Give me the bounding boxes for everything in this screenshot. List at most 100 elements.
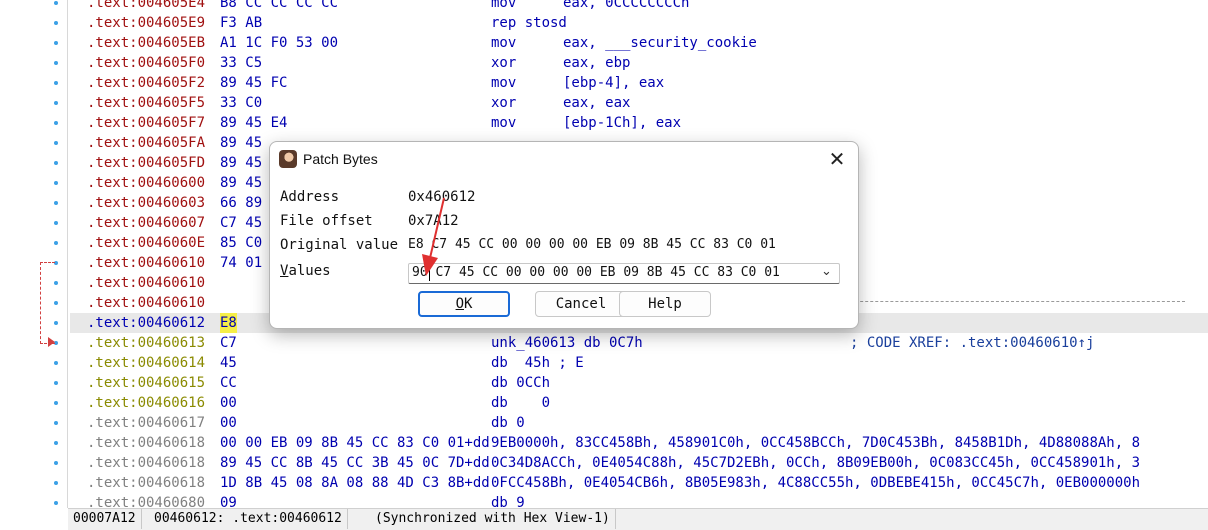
annotation-arrow-icon <box>422 197 445 276</box>
breakpoint-dot <box>54 41 58 45</box>
row-bytes: 00 <box>220 415 237 431</box>
row-operands: eax, 0CCCCCCCCh <box>563 0 690 11</box>
row-address: .text:0046060E <box>87 235 206 251</box>
app-icon <box>279 150 297 168</box>
breakpoint-dot <box>54 21 58 25</box>
row-address: .text:00460610 <box>87 295 206 311</box>
listing-row[interactable]: .text:004605F5 33 C0 xor eax, eax <box>70 93 1208 113</box>
function-separator <box>830 301 1185 302</box>
row-instruction: 9EB0000h, 83CC458Bh, 458901C0h, 0CC458BC… <box>491 435 1141 451</box>
row-address: .text:004605F0 <box>87 55 206 71</box>
listing-row[interactable]: .text:00460614 45 db 45h ; E <box>70 353 1208 373</box>
listing-row[interactable]: .text:00460618 89 45 CC 8B 45 CC 3B 45 0C… <box>70 453 1208 473</box>
row-instruction: db 0 <box>491 395 551 411</box>
row-bytes: 33 C5 <box>220 55 263 71</box>
row-bytes: 74 01 <box>220 255 263 271</box>
row-address: .text:004605EB <box>87 35 206 51</box>
row-bytes: E8 <box>220 313 237 333</box>
row-address: .text:00460603 <box>87 195 206 211</box>
close-icon[interactable]: ✕ <box>827 150 847 170</box>
row-address: .text:00460618 <box>87 455 206 471</box>
listing-row[interactable]: .text:00460618 1D 8B 45 08 8A 08 88 4D C3… <box>70 473 1208 493</box>
breakpoint-dot <box>54 501 58 505</box>
listing-row[interactable]: .text:004605F2 89 45 FC mov [ebp-4], eax <box>70 73 1208 93</box>
status-offset: 00007A12 <box>68 509 142 529</box>
row-mnemonic: mov <box>491 75 517 91</box>
row-bytes: 89 45 FC <box>220 75 288 91</box>
row-address: .text:00460617 <box>87 415 206 431</box>
row-bytes: C7 <box>220 335 237 351</box>
dialog-title-bar[interactable]: Patch Bytes ✕ <box>270 142 858 178</box>
original-value-label: Original value <box>280 237 399 253</box>
breakpoint-dot <box>54 401 58 405</box>
row-mnemonic: xor <box>491 55 517 71</box>
cancel-button[interactable]: Cancel <box>535 291 627 317</box>
breakpoint-dot <box>54 181 58 185</box>
row-operands: eax, ___security_cookie <box>563 35 757 51</box>
row-operands: [ebp-1Ch], eax <box>563 115 682 131</box>
row-address: .text:004605E9 <box>87 15 206 31</box>
breakpoint-dot <box>54 481 58 485</box>
row-bytes: 85 C0 <box>220 235 263 251</box>
row-address: .text:004605F5 <box>87 95 206 111</box>
row-operands: eax, ebp <box>563 55 631 71</box>
breakpoint-dot <box>54 201 58 205</box>
help-button[interactable]: Help <box>619 291 711 317</box>
listing-row[interactable]: .text:00460618 00 00 EB 09 8B 45 CC 83 C0… <box>70 433 1208 453</box>
row-bytes: 45 <box>220 355 237 371</box>
row-mnemonic: mov <box>491 115 517 131</box>
row-address: .text:00460600 <box>87 175 206 191</box>
row-address: .text:004605F7 <box>87 115 206 131</box>
listing-row[interactable]: .text:00460615 CC db 0CCh <box>70 373 1208 393</box>
values-label: Values <box>280 263 331 279</box>
row-bytes: 1D 8B 45 08 8A 08 88 4D C3 8B+dd <box>220 475 490 491</box>
row-bytes: 89 45 <box>220 135 263 151</box>
row-operands: eax, eax <box>563 95 631 111</box>
breakpoint-dot <box>54 161 58 165</box>
breakpoint-dot <box>54 361 58 365</box>
breakpoint-dot <box>54 121 58 125</box>
status-bar: 00007A12 00460612: .text:00460612 (Synch… <box>68 508 1208 530</box>
row-mnemonic: rep stosd <box>491 15 567 31</box>
values-input[interactable]: 90 C7 45 CC 00 00 00 00 EB 09 8B 45 CC 8… <box>412 265 780 280</box>
listing-row[interactable]: .text:00460617 00 db 0 <box>70 413 1208 433</box>
row-address: .text:004605FA <box>87 135 206 151</box>
row-instruction: db 0 <box>491 415 525 431</box>
listing-row[interactable]: .text:004605F0 33 C5 xor eax, ebp <box>70 53 1208 73</box>
listing-row[interactable]: .text:004605E9 F3 AB rep stosd <box>70 13 1208 33</box>
values-combobox[interactable]: 90 C7 45 CC 00 00 00 00 EB 09 8B 45 CC 8… <box>408 263 840 284</box>
listing-row[interactable]: .text:004605E4 B8 CC CC CC CC mov eax, 0CCC… <box>70 0 1208 13</box>
row-address: .text:004605F2 <box>87 75 206 91</box>
row-address: .text:00460610 <box>87 255 206 271</box>
listing-row[interactable]: .text:00460613 C7 unk_460613 db 0C7h ; CODE… <box>70 333 1208 353</box>
chevron-down-icon[interactable]: ⌄ <box>821 263 832 279</box>
gutter <box>0 0 68 508</box>
status-location: 00460612: .text:00460612 <box>149 509 348 529</box>
row-address: .text:00460607 <box>87 215 206 231</box>
row-bytes: 00 <box>220 395 237 411</box>
ok-button[interactable]: OK <box>418 291 510 317</box>
breakpoint-dot <box>54 141 58 145</box>
row-bytes: F3 AB <box>220 15 263 31</box>
breakpoint-dot <box>54 421 58 425</box>
breakpoint-dot <box>54 1 58 5</box>
breakpoint-dot <box>54 381 58 385</box>
row-operands: [ebp-4], eax <box>563 75 665 91</box>
row-instruction: db 0CCh <box>491 375 551 391</box>
row-address: .text:00460618 <box>87 435 206 451</box>
listing-row[interactable]: .text:004605EB A1 1C F0 53 00 mov eax, ___s… <box>70 33 1208 53</box>
row-address: .text:004605FD <box>87 155 206 171</box>
row-bytes: A1 1C F0 53 00 <box>220 35 339 51</box>
row-mnemonic: xor <box>491 95 517 111</box>
row-address: .text:00460615 <box>87 375 206 391</box>
row-bytes: 89 45 <box>220 155 263 171</box>
original-value: E8 C7 45 CC 00 00 00 00 EB 09 8B 45 CC 8… <box>408 237 776 252</box>
address-label: Address <box>280 189 340 205</box>
listing-row[interactable]: .text:00460616 00 db 0 <box>70 393 1208 413</box>
row-bytes: 66 89 <box>220 195 263 211</box>
breakpoint-dot <box>54 81 58 85</box>
row-address: .text:00460616 <box>87 395 206 411</box>
listing-row[interactable]: .text:004605F7 89 45 E4 mov [ebp-1Ch], eax <box>70 113 1208 133</box>
row-address: .text:00460612 <box>87 315 206 331</box>
breakpoint-dot <box>54 441 58 445</box>
